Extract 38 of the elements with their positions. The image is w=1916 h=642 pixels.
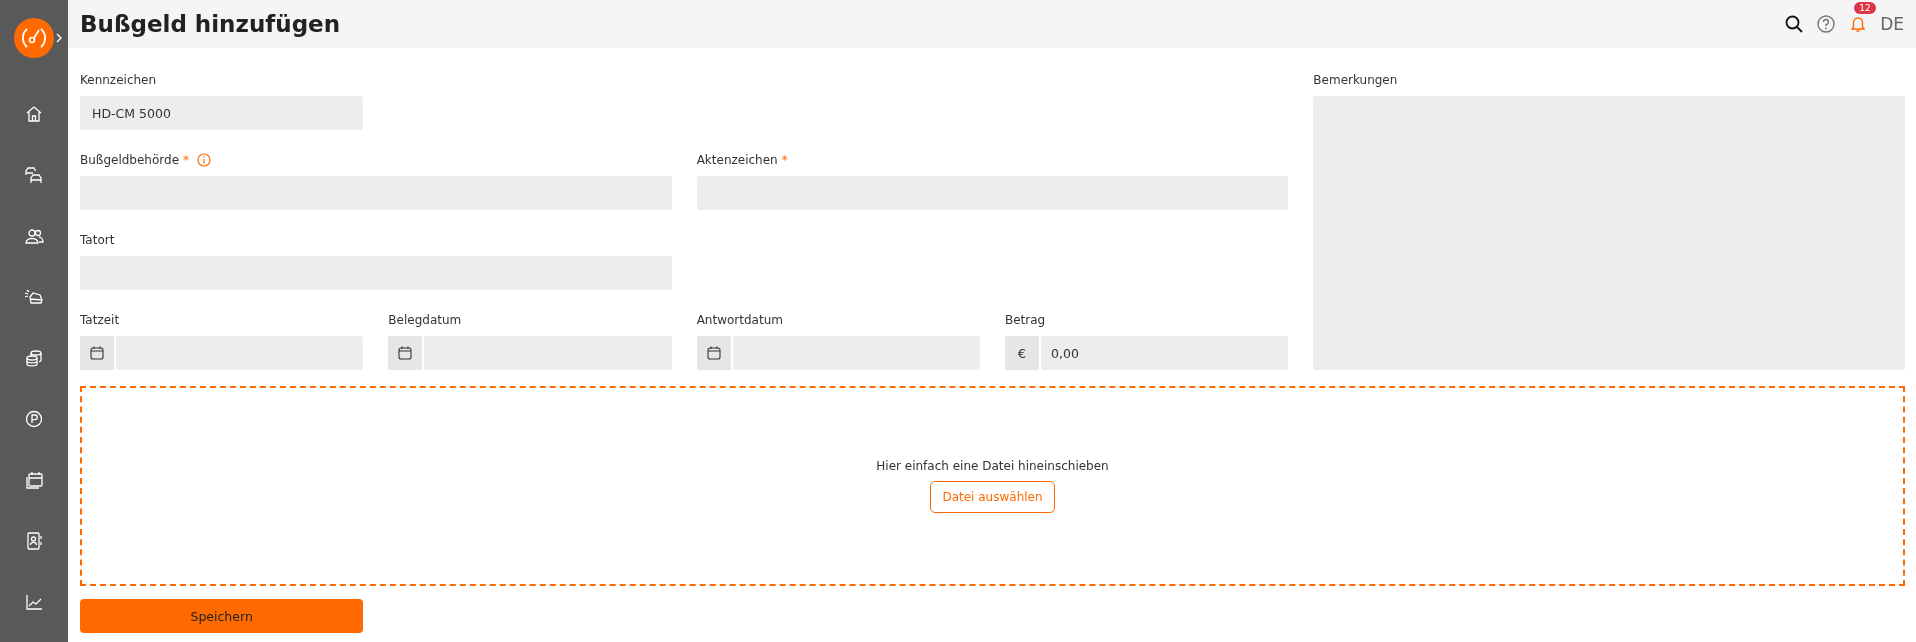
required-mark: * xyxy=(781,153,788,167)
calendar-icon[interactable] xyxy=(397,345,414,361)
field-label: Bußgeldbehörde xyxy=(80,153,180,167)
help-icon[interactable] xyxy=(1816,14,1837,34)
info-icon[interactable] xyxy=(197,153,212,167)
currency-symbol: € xyxy=(1005,336,1039,370)
required-mark: * xyxy=(183,153,190,167)
page-title: Bußgeld hinzufügen xyxy=(80,11,341,37)
save-button[interactable]: Speichern xyxy=(80,599,364,633)
text-input-field[interactable]: HD-CM 5000 xyxy=(80,96,364,130)
field-label: Betrag xyxy=(1005,313,1046,327)
parking-icon[interactable] xyxy=(24,409,44,429)
home-icon[interactable] xyxy=(24,104,44,124)
chevron-right-icon[interactable] xyxy=(56,33,62,43)
contact-book-icon[interactable] xyxy=(24,531,44,551)
people-icon[interactable] xyxy=(24,226,44,246)
car-damage-icon[interactable] xyxy=(24,287,44,307)
gauge-logo-icon[interactable] xyxy=(14,18,54,58)
search-icon[interactable] xyxy=(1784,14,1805,34)
coins-icon[interactable] xyxy=(24,348,44,368)
calendar-icon[interactable] xyxy=(705,345,722,361)
language-selector[interactable]: DE xyxy=(1880,14,1904,34)
field-label: Bemerkungen xyxy=(1313,73,1398,87)
amount-input-field[interactable]: 0,00 xyxy=(1041,336,1289,370)
cars-icon[interactable] xyxy=(24,165,44,185)
field-label: Aktenzeichen xyxy=(696,153,778,167)
field-label: Antwortdatum xyxy=(696,313,783,327)
calendar-icon[interactable] xyxy=(24,470,44,490)
notification-badge: 12 xyxy=(1854,2,1876,14)
date-input-field[interactable] xyxy=(732,336,980,370)
dropzone-hint: Hier einfach eine Datei hineinschieben xyxy=(876,459,1109,473)
calendar-icon[interactable] xyxy=(89,345,105,361)
line-chart-icon[interactable] xyxy=(24,592,44,612)
field-label: Tatort xyxy=(80,233,115,247)
field-label: Kennzeichen xyxy=(80,73,157,87)
field-label: Tatzeit xyxy=(80,313,120,327)
file-dropzone[interactable]: Hier einfach eine Datei hineinschieben Datei auswählen xyxy=(80,386,1905,586)
field-label: Belegdatum xyxy=(388,313,462,327)
